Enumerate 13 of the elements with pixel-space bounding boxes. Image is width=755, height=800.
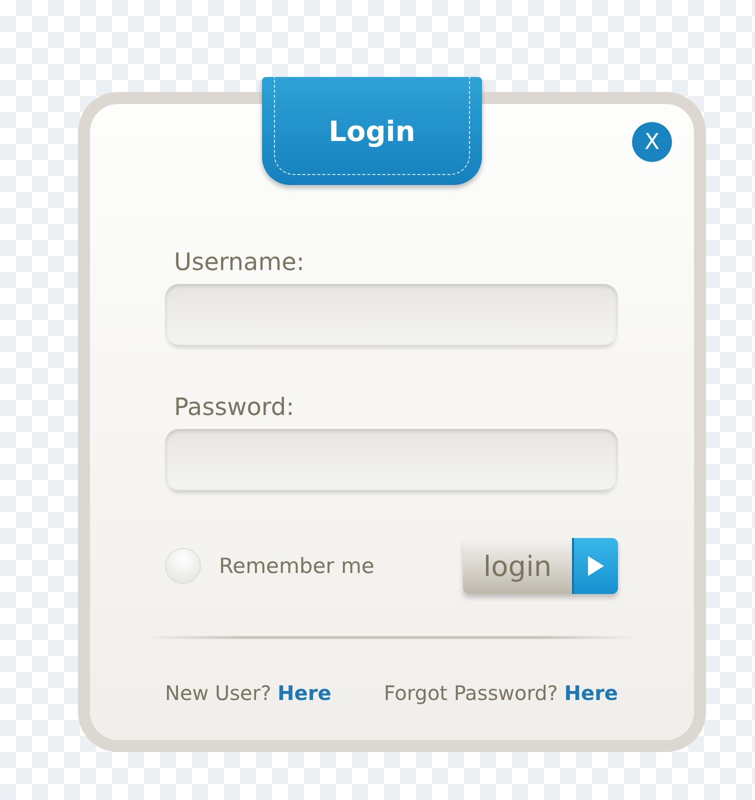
remember-checkbox[interactable] xyxy=(165,548,201,584)
input-field[interactable] xyxy=(165,429,618,490)
close-button[interactable]: X xyxy=(632,122,672,162)
footer-text: Forgot Password? Here xyxy=(384,681,618,705)
remember-label: Remember me xyxy=(219,554,374,578)
field-label: Password: xyxy=(174,393,296,421)
input-field[interactable] xyxy=(165,284,618,345)
here-link[interactable]: Here xyxy=(564,681,618,705)
login-button[interactable]: login xyxy=(463,538,618,594)
here-link[interactable]: Here xyxy=(278,681,332,705)
play-icon xyxy=(586,554,606,578)
footer-text: New User? Here xyxy=(165,681,332,705)
field-label: Username: xyxy=(174,248,306,276)
